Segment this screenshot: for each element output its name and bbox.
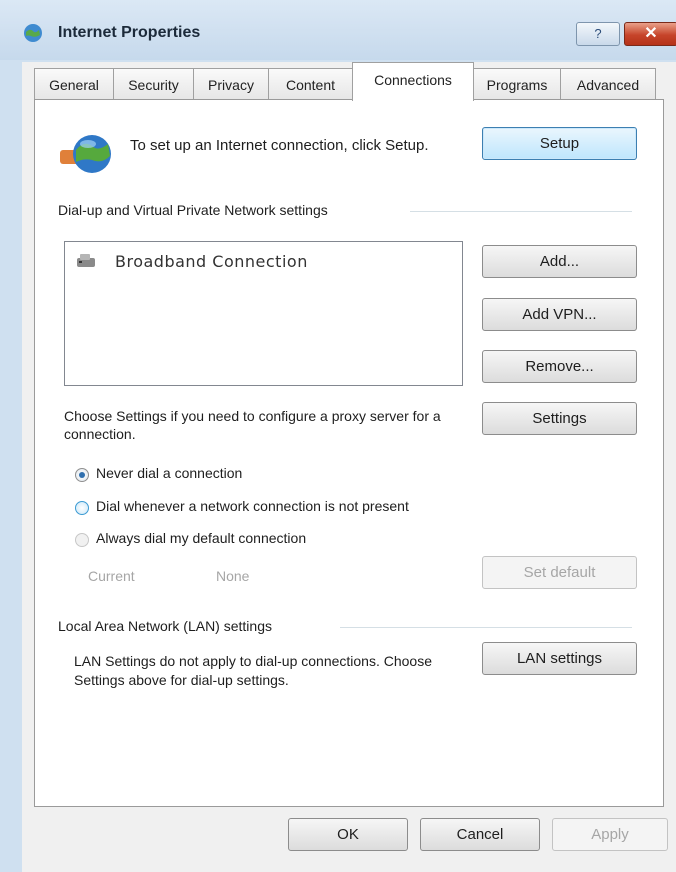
window-title: Internet Properties [58, 24, 201, 41]
close-button[interactable]: ✕ [624, 22, 676, 46]
connections-list[interactable]: Broadband Connection [64, 241, 463, 386]
help-icon: ? [594, 26, 602, 41]
setup-button[interactable]: Setup [482, 127, 637, 160]
internet-properties-icon [24, 24, 42, 42]
ok-button[interactable]: OK [288, 818, 408, 851]
never-dial-label[interactable]: Never dial a connection [96, 465, 242, 481]
apply-button[interactable]: Apply [552, 818, 668, 851]
add-vpn-button[interactable]: Add VPN... [482, 298, 637, 331]
help-button[interactable]: ? [576, 22, 620, 46]
dial-whenever-radio[interactable] [75, 501, 89, 515]
tab-connections[interactable]: Connections [352, 62, 474, 101]
never-dial-radio[interactable] [75, 468, 89, 482]
tab-programs[interactable]: Programs [473, 68, 561, 100]
globe-network-icon [60, 135, 111, 173]
close-icon: ✕ [644, 25, 658, 42]
settings-button[interactable]: Settings [482, 402, 637, 435]
current-label: Current [88, 568, 135, 584]
list-item[interactable]: Broadband Connection [115, 252, 308, 271]
lan-settings-button[interactable]: LAN settings [482, 642, 637, 675]
add-button[interactable]: Add... [482, 245, 637, 278]
always-dial-label[interactable]: Always dial my default connection [96, 530, 306, 546]
tab-security[interactable]: Security [113, 68, 194, 100]
tab-content[interactable]: Content [268, 68, 353, 100]
lan-separator [340, 627, 632, 628]
proxy-settings-description: Choose Settings if you need to configure… [64, 408, 441, 442]
always-dial-radio[interactable] [75, 533, 89, 547]
remove-button[interactable]: Remove... [482, 350, 637, 383]
current-value: None [216, 568, 250, 584]
tab-privacy[interactable]: Privacy [193, 68, 269, 100]
cancel-button[interactable]: Cancel [420, 818, 540, 851]
tab-general[interactable]: General [34, 68, 114, 100]
dialup-separator [410, 211, 632, 212]
tab-advanced[interactable]: Advanced [560, 68, 656, 100]
set-default-button[interactable]: Set default [482, 556, 637, 589]
setup-description: To set up an Internet connection, click … [130, 137, 429, 154]
lan-description: LAN Settings do not apply to dial-up con… [74, 653, 433, 688]
dialup-vpn-heading: Dial-up and Virtual Private Network sett… [58, 202, 328, 218]
modem-icon [77, 254, 95, 267]
title-bar[interactable]: Internet Properties ? ✕ [0, 0, 676, 60]
dial-whenever-label[interactable]: Dial whenever a network connection is no… [96, 498, 409, 514]
lan-heading: Local Area Network (LAN) settings [58, 618, 272, 634]
